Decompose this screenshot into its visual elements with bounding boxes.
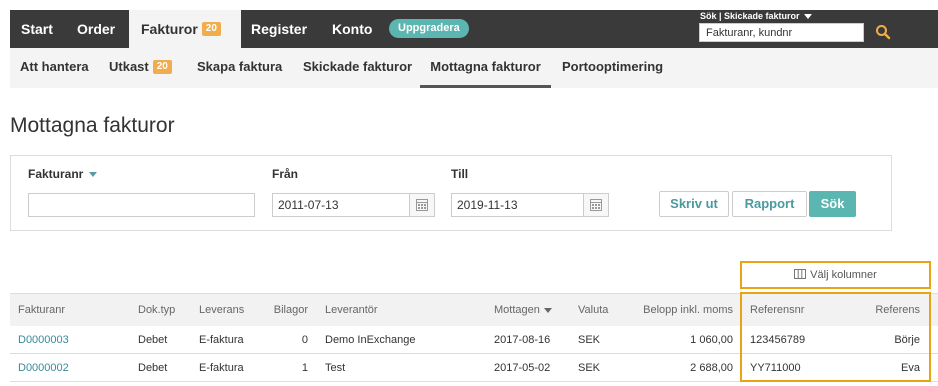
column-header-invoice-no[interactable]: Fakturanr: [18, 294, 65, 327]
reference-number-cell: 123456789: [750, 334, 806, 346]
column-header-amount[interactable]: Belopp inkl. moms: [620, 294, 733, 327]
amount-cell: 1 060,00: [690, 334, 733, 346]
subnav-skapa-faktura[interactable]: Skapa faktura: [197, 48, 282, 86]
column-header-attachments[interactable]: Bilagor: [260, 294, 308, 327]
currency-cell: SEK: [578, 334, 601, 346]
sub-navigation-bar: Att hantera Utkast 20 Skapa faktura Skick…: [10, 48, 938, 88]
top-navigation-bar: Start Order Fakturor 20 Register Konto Up…: [10, 10, 938, 48]
attachments-cell: 0: [301, 334, 308, 346]
subnav-mottagna-fakturor-label: Mottagna fakturor: [430, 59, 541, 74]
subnav-skapa-faktura-label: Skapa faktura: [197, 59, 283, 74]
table-row[interactable]: D0000002 Debet E-faktura 1 Test 2017-05-…: [10, 354, 938, 382]
currency-cell: SEK: [578, 362, 601, 374]
received-date-cell: 2017-05-02: [494, 362, 551, 374]
search-scope-dropdown[interactable]: Sök | Skickade fakturor: [700, 11, 812, 21]
search-scope-label: Sök | Skickade fakturor: [700, 11, 800, 21]
search-button[interactable]: Sök: [809, 191, 856, 217]
column-header-reference[interactable]: Referens: [850, 294, 920, 327]
upgrade-button[interactable]: Uppgradera: [389, 19, 469, 38]
subnav-utkast[interactable]: Utkast 20: [109, 48, 172, 86]
supplier-cell: Test: [325, 362, 346, 374]
table-row[interactable]: D0000003 Debet E-faktura 0 Demo InExchan…: [10, 326, 938, 354]
columns-icon: [794, 269, 807, 280]
subnav-att-hantera[interactable]: Att hantera: [20, 48, 89, 86]
subnav-skickade-fakturor-label: Skickade fakturor: [303, 59, 413, 74]
received-date-cell: 2017-08-16: [494, 334, 551, 346]
search-icon[interactable]: [875, 24, 891, 40]
nav-fakturor-label: Fakturor: [141, 21, 198, 37]
from-date-input[interactable]: [273, 194, 413, 216]
utkast-count-badge: 20: [152, 59, 172, 74]
print-button[interactable]: Skriv ut: [659, 191, 729, 217]
to-calendar-button[interactable]: [583, 194, 608, 216]
from-date-field: [272, 193, 435, 217]
column-header-received-label: Mottagen: [494, 304, 540, 316]
invoice-number-filter-label: Fakturanr: [28, 167, 84, 181]
supplier-cell: Demo InExchange: [325, 334, 416, 346]
invoice-number-link[interactable]: D0000003: [18, 326, 69, 354]
subnav-portooptimering[interactable]: Portooptimering: [562, 48, 663, 86]
from-calendar-button[interactable]: [409, 194, 434, 216]
nav-order-label: Order: [77, 21, 116, 37]
report-button[interactable]: Rapport: [732, 191, 807, 217]
calendar-icon: [590, 199, 602, 211]
amount-cell: 2 688,00: [690, 362, 733, 374]
column-header-currency[interactable]: Valuta: [578, 294, 608, 327]
delivery-cell: E-faktura: [199, 362, 244, 374]
subnav-portooptimering-label: Portooptimering: [562, 59, 664, 74]
nav-start[interactable]: Start: [21, 10, 53, 48]
calendar-icon: [416, 199, 428, 211]
column-header-ref-no[interactable]: Referensnr: [750, 294, 804, 327]
from-date-label: Från: [272, 167, 299, 181]
invoice-number-link[interactable]: D0000002: [18, 354, 69, 382]
column-header-delivery[interactable]: Leverans: [199, 294, 244, 327]
subnav-utkast-label: Utkast: [109, 59, 149, 74]
reference-cell: Börje: [894, 334, 920, 346]
invoice-number-input[interactable]: [28, 193, 255, 217]
column-header-doc-type[interactable]: Dok.typ: [138, 294, 175, 327]
nav-fakturor[interactable]: Fakturor 20: [129, 10, 241, 48]
subnav-att-hantera-label: Att hantera: [20, 59, 89, 74]
delivery-cell: E-faktura: [199, 334, 244, 346]
nav-konto[interactable]: Konto: [332, 10, 372, 48]
filter-panel: Fakturanr Från Till Skriv ut Rapport Sök: [10, 155, 892, 231]
nav-register-label: Register: [251, 21, 308, 37]
subnav-skickade-fakturor[interactable]: Skickade fakturor: [303, 48, 412, 86]
chevron-down-icon: [89, 172, 98, 178]
fakturor-count-badge: 20: [201, 22, 221, 37]
page-title: Mottagna fakturor: [10, 114, 175, 137]
table-header: Fakturanr Dok.typ Leverans Bilagor Lever…: [10, 293, 938, 326]
search-input[interactable]: [699, 23, 864, 42]
to-date-input[interactable]: [452, 194, 592, 216]
choose-columns-label: Välj kolumner: [810, 269, 877, 281]
nav-start-label: Start: [21, 21, 53, 37]
nav-register[interactable]: Register: [251, 10, 307, 48]
to-date-label: Till: [451, 167, 469, 181]
to-date-field: [451, 193, 609, 217]
subnav-mottagna-fakturor[interactable]: Mottagna fakturor: [420, 48, 551, 88]
reference-number-cell: YY711000: [750, 362, 801, 374]
nav-konto-label: Konto: [332, 21, 373, 37]
choose-columns-button[interactable]: Välj kolumner: [740, 261, 931, 289]
column-header-received[interactable]: Mottagen: [494, 294, 552, 327]
doc-type-cell: Debet: [138, 334, 168, 346]
column-header-supplier[interactable]: Leverantör: [325, 294, 378, 327]
attachments-cell: 1: [301, 362, 308, 374]
invoice-number-filter-dropdown[interactable]: Fakturanr: [28, 167, 98, 181]
reference-cell: Eva: [901, 362, 920, 374]
nav-order[interactable]: Order: [77, 10, 115, 48]
chevron-down-icon: [803, 14, 812, 20]
sort-desc-icon: [543, 307, 552, 313]
doc-type-cell: Debet: [138, 362, 168, 374]
